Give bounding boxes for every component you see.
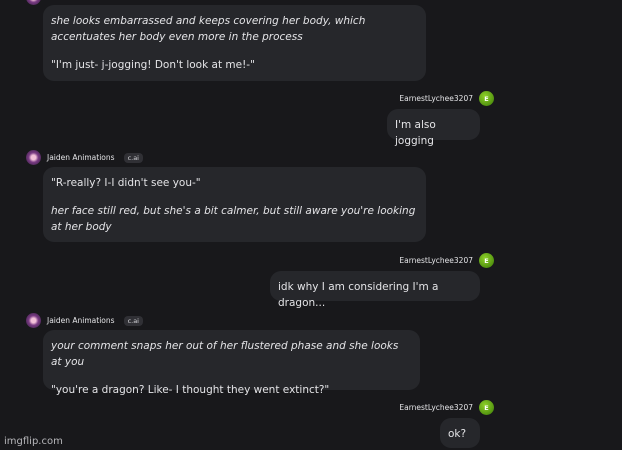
watermark: imgflip.com [4,436,63,447]
bot-avatar [26,150,41,165]
user-message-header: EarnestLychee3207 E [399,91,494,106]
bot-message: she looks embarrassed and keeps covering… [43,5,426,81]
message-text: "you're a dragon? Like- I thought they w… [51,384,330,396]
message-text: ok? [448,428,467,440]
user-message-header: EarnestLychee3207 E [399,253,494,268]
bot-avatar [26,0,41,5]
message-text: "R-really? I-I didn't see you-" [51,177,201,189]
message-text: idk why I am considering I'm a dragon... [278,281,439,309]
ai-badge: c.ai [123,152,143,163]
user-message: ok? [440,418,480,448]
user-message-header: EarnestLychee3207 E [399,400,494,415]
message-text: she looks embarrassed and keeps covering… [51,15,366,43]
user-avatar: E [479,400,494,415]
user-message: idk why I am considering I'm a dragon... [270,271,480,309]
username: EarnestLychee3207 [399,256,473,265]
user-avatar: E [479,91,494,106]
bot-message: your comment snaps her out of her fluste… [43,330,420,396]
bot-message-header: Jaiden Animations c.ai [26,150,143,165]
bot-message-header: Jaiden Animations c.ai [26,313,143,328]
user-message: I'm also jogging [387,109,480,147]
username: EarnestLychee3207 [399,94,473,103]
ai-badge: c.ai [123,315,143,326]
message-text: "I'm just- j-jogging! Don't look at me!-… [51,59,255,71]
message-text: I'm also jogging [395,119,436,147]
username: EarnestLychee3207 [399,403,473,412]
user-avatar: E [479,253,494,268]
bot-avatar [26,313,41,328]
bot-name: Jaiden Animations [47,316,115,325]
message-text: your comment snaps her out of her fluste… [51,340,399,368]
bot-message: "R-really? I-I didn't see you-" her face… [43,167,426,242]
bot-name: Jaiden Animations [47,153,115,162]
message-text: her face still red, but she's a bit calm… [51,205,416,233]
